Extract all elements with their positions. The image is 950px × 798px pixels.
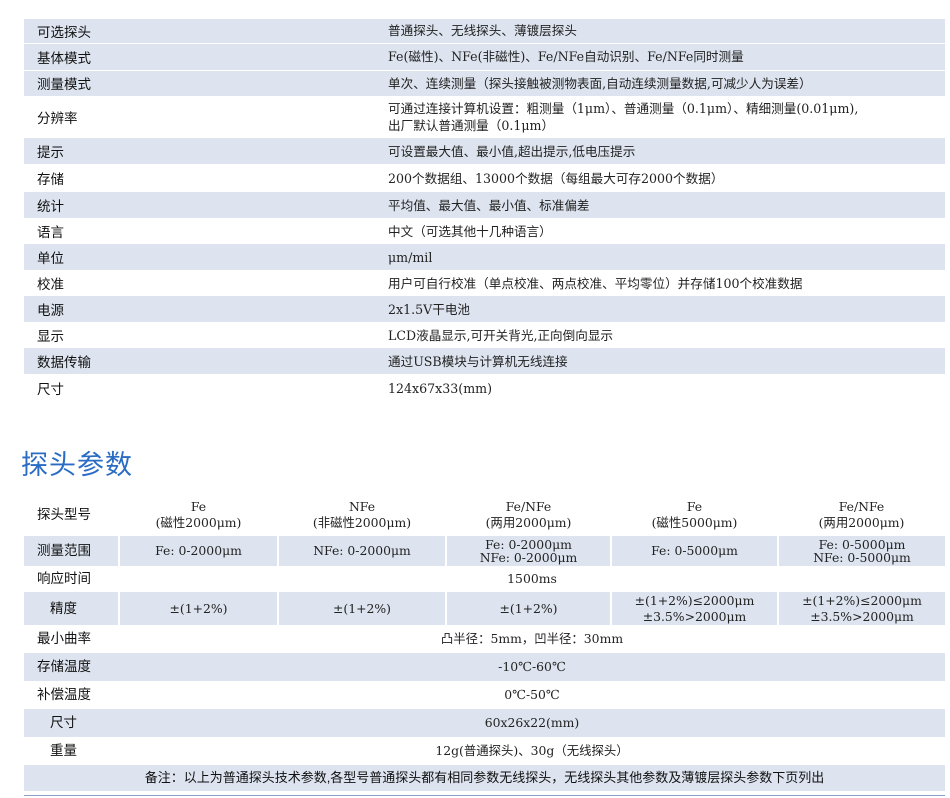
spec-value: 普通探头、无线探头、薄镀层探头 <box>388 19 945 44</box>
model-cell: Fe (磁性5000μm) <box>651 499 738 530</box>
spec-value: 用户可自行校准（单点校准、两点校准、平均零位）并存储100个校准数据 <box>388 275 803 291</box>
accuracy-cell: ±(1+2%) <box>118 592 278 625</box>
range-cell: Fe: 0-5000μm NFe: 0-5000μm <box>777 536 945 566</box>
spec-label: 电源 <box>24 296 388 322</box>
spec-row-statistics: 统计 平均值、最大值、最小值、标准偏差 <box>24 192 945 218</box>
accuracy-cell: ±(1+2%)≤2000μm ±3.5%>2000μm <box>777 592 945 625</box>
model-cell: NFe (非磁性2000μm) <box>312 499 412 530</box>
range-cell: Fe: 0-5000μm <box>610 536 778 566</box>
row-label: 响应时间 <box>37 571 91 586</box>
row-label: 测量范围 <box>24 536 119 566</box>
accuracy-cell: ±(1+2%) <box>277 592 446 625</box>
probe-row-model: 探头型号 Fe (磁性2000μm) NFe (非磁性2000μm) Fe/NFe(… <box>24 494 945 536</box>
response-value: 1500ms <box>507 571 557 586</box>
probe-row-accuracy: 精度 ±(1+2%) ±(1+2%) ±(1+2%) ±(1+2%)≤2000μ… <box>24 592 945 625</box>
spec-label: 单位 <box>24 244 388 270</box>
model-cell: Fe (磁性2000μm) <box>155 499 242 530</box>
spec-label: 显示 <box>37 329 64 344</box>
range-cell: NFe: 0-2000μm <box>277 536 446 566</box>
size-value: 60x26x22(mm) <box>119 709 945 737</box>
row-label: 精度 <box>24 592 119 625</box>
spec-row-resolution: 分辨率 可通过连接计算机设置：粗测量（1μm）、普通测量（0.1μm）、精细测量… <box>24 96 945 138</box>
spec-row-dimensions: 尺寸 124x67x33(mm) <box>24 374 945 402</box>
spec-value: 单次、连续测量（探头接触被测物表面,自动连续测量数据,可减少人为误差） <box>388 70 945 97</box>
spec-value: 200个数据组、13000个数据（每组最大可存2000个数据） <box>388 170 724 186</box>
spec-label: 分辨率 <box>37 111 78 127</box>
probe-row-response: 响应时间 1500ms <box>24 566 945 592</box>
spec-label: 语言 <box>37 225 64 240</box>
spec-value: 可设置最大值、最小值,超出提示,低电压提示 <box>388 138 945 164</box>
spec-label: 校准 <box>37 277 64 292</box>
spec-row-language: 语言 中文（可选其他十几种语言） <box>24 218 945 244</box>
row-label: 重量 <box>50 743 77 758</box>
row-label: 探头型号 <box>37 507 91 522</box>
instrument-spec-table: 可选探头 普通探头、无线探头、薄镀层探头 基体模式 Fe(磁性)、NFe(非磁性… <box>24 19 945 402</box>
probe-row-curvature: 最小曲率 凸半径：5mm，凹半径：30mm <box>24 625 945 653</box>
probe-row-note: 备注：以上为普通探头技术参数,各型号普通探头都有相同参数无线探头，无线探头其他参… <box>24 765 945 791</box>
weight-value: 12g(普通探头)、30g（无线探头） <box>435 743 629 758</box>
spec-row-display: 显示 LCD液晶显示,可开关背光,正向倒向显示 <box>24 322 945 348</box>
probe-row-weight: 重量 12g(普通探头)、30g（无线探头） <box>24 737 945 765</box>
row-label: 最小曲率 <box>37 631 91 646</box>
spec-sheet-page: 可选探头 普通探头、无线探头、薄镀层探头 基体模式 Fe(磁性)、NFe(非磁性… <box>0 0 950 798</box>
comp-temp-value: 0℃-50℃ <box>504 687 560 702</box>
probe-row-range: 测量范围 Fe: 0-2000μm NFe: 0-2000μm Fe: 0-20… <box>24 536 945 566</box>
spec-row-data-transfer: 数据传输 通过USB模块与计算机无线连接 <box>24 348 945 374</box>
row-label: 补偿温度 <box>37 687 91 702</box>
spec-row-units: 单位 μm/mil <box>24 244 945 270</box>
spec-value: 平均值、最大值、最小值、标准偏差 <box>388 192 945 218</box>
model-cell: Fe/NFe (两用2000μm) <box>485 499 572 530</box>
spec-value: 通过USB模块与计算机无线连接 <box>388 348 945 374</box>
spec-value: 124x67x33(mm) <box>388 380 493 396</box>
spec-value: 中文（可选其他十几种语言） <box>388 223 552 239</box>
spec-label: 测量模式 <box>24 70 388 97</box>
spec-label: 基体模式 <box>24 43 388 71</box>
spec-label: 可选探头 <box>24 19 388 44</box>
storage-temp-value: -10℃-60℃ <box>119 653 945 681</box>
spec-value-line: 出厂默认普通测量（0.1μm） <box>388 118 555 134</box>
model-cell: Fe/NFe (两用2000μm) <box>818 499 905 530</box>
accuracy-cell: ±(1+2%)≤2000μm ±3.5%>2000μm <box>610 592 778 625</box>
spec-label: 提示 <box>24 138 388 164</box>
spec-row-base-mode: 基体模式 Fe(磁性)、NFe(非磁性)、Fe/NFe自动识别、Fe/NFe同时… <box>24 43 945 71</box>
probe-row-size: 尺寸 60x26x22(mm) <box>24 709 945 737</box>
accuracy-cell: ±(1+2%) <box>445 592 611 625</box>
range-cell: Fe: 0-2000μm <box>118 536 278 566</box>
spec-label: 数据传输 <box>24 348 388 374</box>
spec-row-storage: 存储 200个数据组、13000个数据（每组最大可存2000个数据） <box>24 164 945 192</box>
spec-label: 统计 <box>24 192 388 218</box>
probe-row-storage-temp: 存储温度 -10℃-60℃ <box>24 653 945 681</box>
spec-row-alerts: 提示 可设置最大值、最小值,超出提示,低电压提示 <box>24 138 945 164</box>
spec-value: Fe(磁性)、NFe(非磁性)、Fe/NFe自动识别、Fe/NFe同时测量 <box>388 43 945 71</box>
probe-row-comp-temp: 补偿温度 0℃-50℃ <box>24 681 945 709</box>
spec-row-probes: 可选探头 普通探头、无线探头、薄镀层探头 <box>24 19 945 44</box>
spec-value: 2x1.5V干电池 <box>388 296 945 322</box>
footnote: 备注：以上为普通探头技术参数,各型号普通探头都有相同参数无线探头，无线探头其他参… <box>24 765 945 791</box>
probe-section-title: 探头参数 <box>21 450 133 480</box>
range-cell: Fe: 0-2000μm NFe: 0-2000μm <box>445 536 611 566</box>
spec-row-power: 电源 2x1.5V干电池 <box>24 296 945 322</box>
spec-label: 存储 <box>37 172 64 187</box>
row-label: 存储温度 <box>24 653 119 681</box>
spec-value: 可通过连接计算机设置：粗测量（1μm）、普通测量（0.1μm）、精细测量(0.0… <box>388 96 945 138</box>
row-label: 尺寸 <box>24 709 119 737</box>
spec-row-measure-mode: 测量模式 单次、连续测量（探头接触被测物表面,自动连续测量数据,可减少人为误差） <box>24 70 945 97</box>
spec-value: LCD液晶显示,可开关背光,正向倒向显示 <box>388 327 614 343</box>
spec-label: 尺寸 <box>37 382 64 397</box>
probe-parameter-table: 探头型号 Fe (磁性2000μm) NFe (非磁性2000μm) Fe/NFe(… <box>24 494 945 791</box>
spec-row-calibration: 校准 用户可自行校准（单点校准、两点校准、平均零位）并存储100个校准数据 <box>24 270 945 296</box>
bottom-divider <box>24 795 945 796</box>
curvature-value: 凸半径：5mm，凹半径：30mm <box>440 631 624 646</box>
spec-value: μm/mil <box>388 244 945 270</box>
spec-value-line: 可通过连接计算机设置：粗测量（1μm）、普通测量（0.1μm）、精细测量(0.0… <box>388 101 859 117</box>
